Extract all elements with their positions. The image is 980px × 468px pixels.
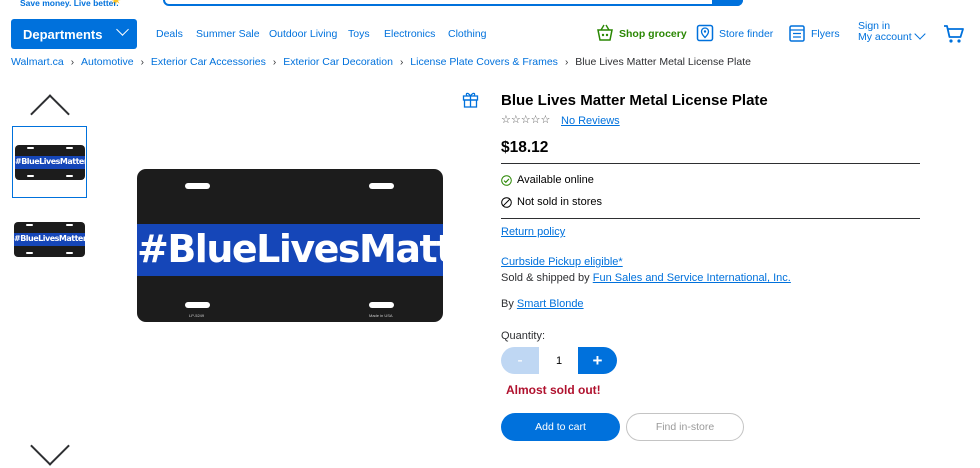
thumbnail-1-image: #BlueLivesMatter: [15, 145, 85, 180]
chevron-down-icon: [116, 23, 129, 36]
breadcrumb-separator: ›: [70, 56, 75, 68]
departments-button[interactable]: Departments: [11, 19, 137, 49]
spark-icon: ✷: [110, 0, 122, 8]
thumbnail-1-selected[interactable]: #BlueLivesMatter: [12, 126, 87, 198]
seller-link[interactable]: Fun Sales and Service International, Inc…: [593, 272, 791, 284]
breadcrumb-exterior-decoration[interactable]: Exterior Car Decoration: [283, 56, 393, 68]
gallery-down-arrow-icon[interactable]: [30, 426, 70, 466]
nav-link-electronics[interactable]: Electronics: [384, 28, 435, 40]
thumbnail-2[interactable]: #BlueLivesMatter: [14, 222, 85, 257]
tagline: Save money. Live better.: [20, 0, 119, 8]
divider: [501, 163, 920, 164]
breadcrumb: Walmart.ca › Automotive › Exterior Car A…: [11, 56, 751, 68]
reviews-link[interactable]: No Reviews: [561, 115, 620, 127]
nav-link-deals[interactable]: Deals: [156, 28, 183, 40]
breadcrumb-automotive[interactable]: Automotive: [81, 56, 134, 68]
quantity-decrease-button[interactable]: -: [501, 347, 539, 374]
availability-online: Available online: [517, 174, 594, 186]
quantity-label: Quantity:: [501, 330, 546, 342]
breadcrumb-separator: ›: [564, 56, 569, 68]
nav-link-toys[interactable]: Toys: [348, 28, 370, 40]
breadcrumb-license-plate-covers[interactable]: License Plate Covers & Frames: [410, 56, 558, 68]
store-finder-link[interactable]: Store finder: [719, 28, 773, 40]
breadcrumb-exterior-accessories[interactable]: Exterior Car Accessories: [151, 56, 266, 68]
nav-link-outdoor-living[interactable]: Outdoor Living: [269, 28, 337, 40]
brand-link[interactable]: Smart Blonde: [517, 298, 584, 310]
cart-icon[interactable]: [943, 24, 965, 44]
rating-stars: ☆☆☆☆☆: [501, 114, 551, 126]
availability-store: Not sold in stores: [517, 196, 602, 208]
breadcrumb-walmart[interactable]: Walmart.ca: [11, 56, 64, 68]
nav-link-clothing[interactable]: Clothing: [448, 28, 487, 40]
gift-icon[interactable]: [462, 91, 479, 108]
check-circle-icon: [501, 175, 512, 186]
product-title: Blue Lives Matter Metal License Plate: [501, 92, 768, 109]
flyer-icon[interactable]: [789, 25, 805, 42]
shop-grocery-link[interactable]: Shop grocery: [619, 28, 687, 40]
breadcrumb-separator: ›: [399, 56, 404, 68]
account-menu[interactable]: Sign in My account: [858, 21, 912, 43]
not-available-icon: [501, 197, 512, 208]
breadcrumb-current: Blue Lives Matter Metal License Plate: [575, 56, 751, 68]
sold-by-prefix: Sold & shipped by: [501, 272, 590, 284]
breadcrumb-separator: ›: [272, 56, 277, 68]
quantity-increase-button[interactable]: +: [578, 347, 617, 374]
brand-line: By Smart Blonde: [501, 298, 584, 310]
quantity-value[interactable]: 1: [539, 347, 579, 374]
chevron-down-icon[interactable]: [914, 28, 926, 40]
search-button[interactable]: [712, 0, 743, 6]
basket-icon[interactable]: [596, 24, 614, 42]
add-to-cart-button[interactable]: Add to cart: [501, 413, 620, 441]
divider: [501, 218, 920, 219]
price: $18.12: [501, 139, 549, 156]
brand-prefix: By: [501, 298, 514, 310]
my-account-label: My account: [858, 31, 912, 43]
stock-warning: Almost sold out!: [506, 383, 601, 397]
find-in-store-button[interactable]: Find in-store: [626, 413, 744, 441]
breadcrumb-separator: ›: [140, 56, 144, 68]
store-pin-icon[interactable]: [696, 24, 714, 42]
departments-label: Departments: [23, 26, 103, 42]
sold-by-line: Sold & shipped by Fun Sales and Service …: [501, 272, 791, 284]
curbside-pickup-link[interactable]: Curbside Pickup eligible*: [501, 256, 623, 268]
nav-link-summer-sale[interactable]: Summer Sale: [196, 28, 260, 40]
return-policy-link[interactable]: Return policy: [501, 226, 565, 238]
main-product-image[interactable]: #BlueLivesMatter LP-5249 Made in USA: [137, 169, 443, 322]
thumbnail-2-image: #BlueLivesMatter: [14, 222, 85, 257]
search-bar[interactable]: [163, 0, 743, 6]
flyers-link[interactable]: Flyers: [811, 28, 840, 40]
